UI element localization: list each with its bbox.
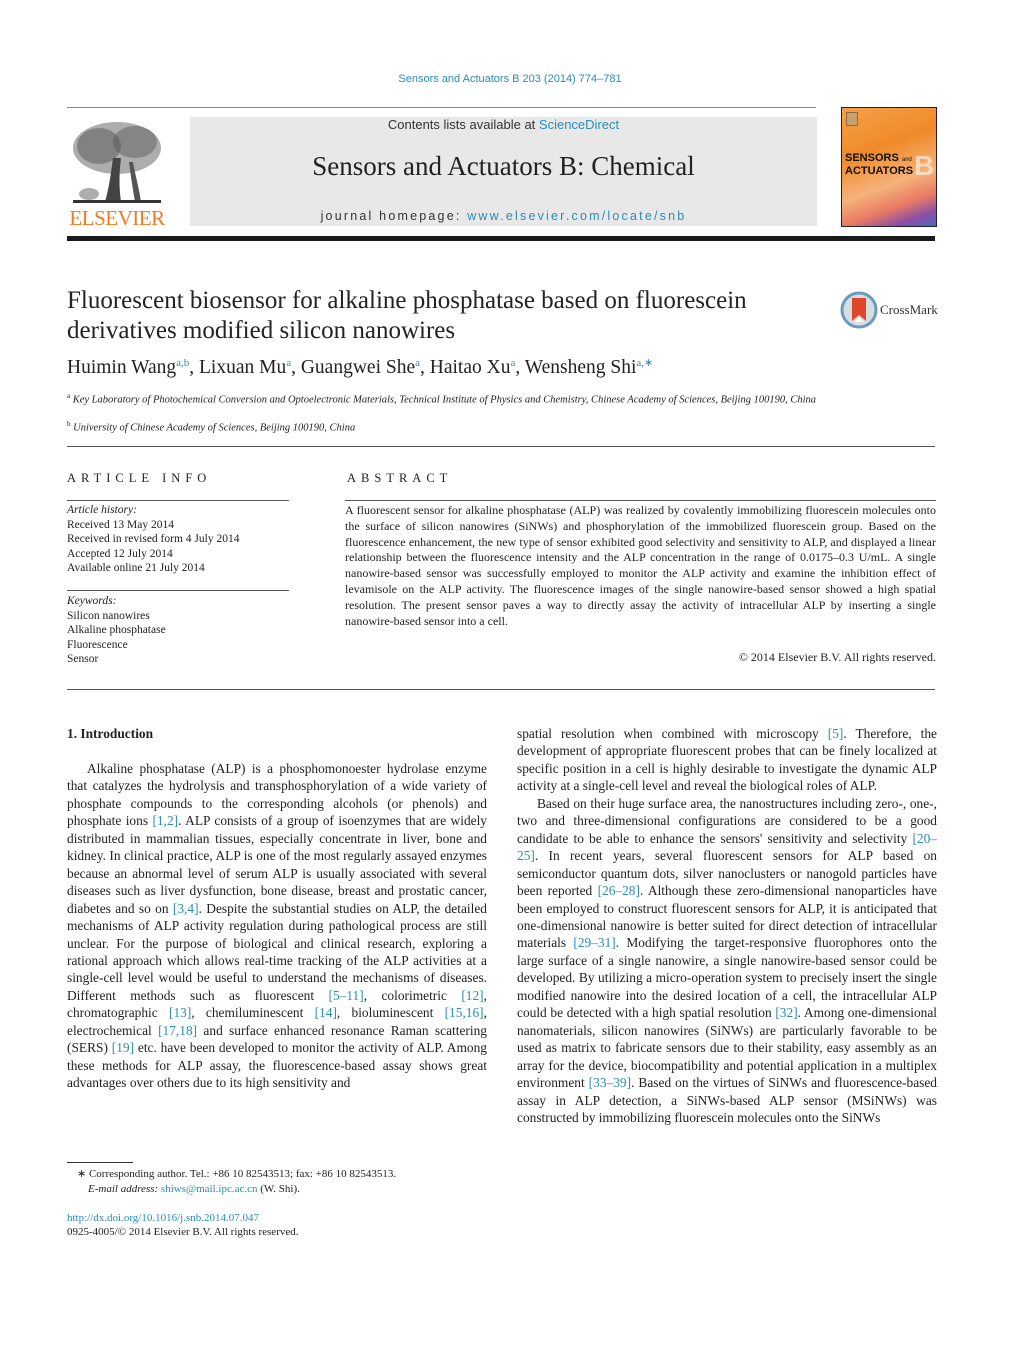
cover-letter: B [914,150,935,181]
citation-link[interactable]: [14] [315,1005,337,1020]
cover-title-line2: ACTUATORS [845,165,914,177]
article-history: Article history: Received 13 May 2014 Re… [67,503,289,576]
citation-link[interactable]: [33–39] [589,1075,631,1090]
contents-prefix: Contents lists available at [387,117,539,132]
abstract-bottom-rule [67,689,935,690]
abstract-text: A fluorescent sensor for alkaline phosph… [345,503,936,628]
doi-link[interactable]: http://dx.doi.org/10.1016/j.snb.2014.07.… [67,1211,259,1226]
author-affiliation-mark[interactable]: a,b [176,357,189,369]
crossmark-icon [840,291,878,329]
history-revised: Received in revised form 4 July 2014 [67,533,240,545]
author-name[interactable]: Huimin Wang [67,357,176,378]
sciencedirect-link[interactable]: ScienceDirect [539,117,619,132]
intro-right-column: spatial resolution when combined with mi… [517,725,937,1126]
citation-link[interactable]: [3,4] [173,901,199,916]
section-heading-introduction: 1. Introduction [67,726,154,741]
author-affiliation-mark[interactable]: a [286,357,291,369]
affiliation-b: b University of Chinese Academy of Scien… [67,420,356,434]
history-online: Available online 21 July 2014 [67,562,205,574]
author-name[interactable]: Guangwei She [301,357,415,378]
citation-link[interactable]: [17,18] [158,1023,197,1038]
author-affiliation-mark[interactable]: a [510,357,515,369]
homepage-link[interactable]: www.elsevier.com/locate/snb [467,209,686,223]
citation-link[interactable]: [1,2] [152,813,178,828]
article-title: Fluorescent biosensor for alkaline phosp… [67,287,747,344]
citation-link[interactable]: [19] [112,1040,134,1055]
history-label: Article history: [67,504,137,516]
citation-link[interactable]: [26–28] [598,883,640,898]
cover-emblem-icon [846,112,858,126]
keyword: Alkaline phosphatase [67,624,166,636]
citation-link[interactable]: [12] [461,988,483,1003]
keywords-rule [67,590,289,591]
crossmark-label: CrossMark [880,302,938,317]
keyword: Silicon nanowires [67,609,150,622]
header-rule [67,107,816,108]
journal-homepage: journal homepage: www.elsevier.com/locat… [190,209,817,223]
affiliation-a: a Key Laboratory of Photochemical Conver… [67,392,816,406]
homepage-prefix: journal homepage: [320,209,468,223]
email-label: E-mail address: [88,1183,161,1195]
citation-link[interactable]: [15,16] [445,1005,484,1020]
issn-copyright: 0925-4005/© 2014 Elsevier B.V. All right… [67,1226,299,1238]
crossmark-badge[interactable]: CrossMark [840,291,940,329]
intro-paragraph-1-continued: spatial resolution when combined with mi… [517,726,937,794]
intro-paragraph-2: Based on their huge surface area, the na… [517,795,938,1125]
history-accepted: Accepted 12 July 2014 [67,547,173,560]
citation-link[interactable]: [29–31] [573,935,615,950]
article-info-rule [67,500,289,501]
intro-left-column: Alkaline phosphatase (ALP) is a phosphom… [67,760,487,1092]
header-thick-rule [67,236,935,241]
author-list: Huimin Wanga,b, Lixuan Mua, Guangwei She… [67,357,654,378]
author-affiliation-mark[interactable]: a [415,357,420,369]
cover-title-line1: SENSORS and [845,152,912,164]
citation-link[interactable]: [13] [169,1005,191,1020]
journal-title: Sensors and Actuators B: Chemical [312,151,695,181]
author-name[interactable]: Lixuan Mu [199,357,286,378]
keywords: Keywords: Silicon nanowires Alkaline pho… [67,594,289,667]
email-note: E-mail address: shiws@mail.ipc.ac.cn (W.… [88,1182,300,1197]
abstract-rule [345,500,936,501]
author-name[interactable]: Haitao Xu [430,357,511,378]
keywords-label: Keywords: [67,595,117,607]
email-link[interactable]: shiws@mail.ipc.ac.cn [161,1183,258,1195]
contents-line: Contents lists available at ScienceDirec… [190,117,817,132]
citation-link[interactable]: [32] [775,1005,797,1020]
footnote-rule [67,1162,133,1163]
intro-paragraph-1: Alkaline phosphatase (ALP) is a phosphom… [67,761,488,1091]
author-name[interactable]: Wensheng Shi [525,357,637,378]
abstract-heading: ABSTRACT [347,471,453,485]
journal-cover[interactable]: SENSORS and ACTUATORS B [841,107,937,227]
history-received: Received 13 May 2014 [67,518,174,531]
abstract-copyright: © 2014 Elsevier B.V. All rights reserved… [738,650,936,664]
journal-citation[interactable]: Sensors and Actuators B 203 (2014) 774–7… [0,73,1020,85]
email-suffix: (W. Shi). [257,1183,300,1195]
author-affiliation-mark[interactable]: a,∗ [636,357,653,369]
citation-link[interactable]: [5–11] [329,988,364,1003]
elsevier-logo[interactable]: ELSEVIER [67,112,167,230]
keyword: Fluorescence [67,638,128,651]
elsevier-wordmark: ELSEVIER [69,206,165,230]
citation-link[interactable]: [5] [828,726,844,741]
keyword: Sensor [67,653,99,665]
corresponding-author-note: ∗ Corresponding author. Tel.: +86 10 825… [77,1168,397,1180]
citation-link[interactable]: [20–25] [517,831,937,863]
journal-banner: Contents lists available at ScienceDirec… [190,117,817,226]
elsevier-tree-icon [73,122,161,203]
article-info-heading: ARTICLE INFO [67,471,212,485]
affiliation-rule [67,446,935,447]
